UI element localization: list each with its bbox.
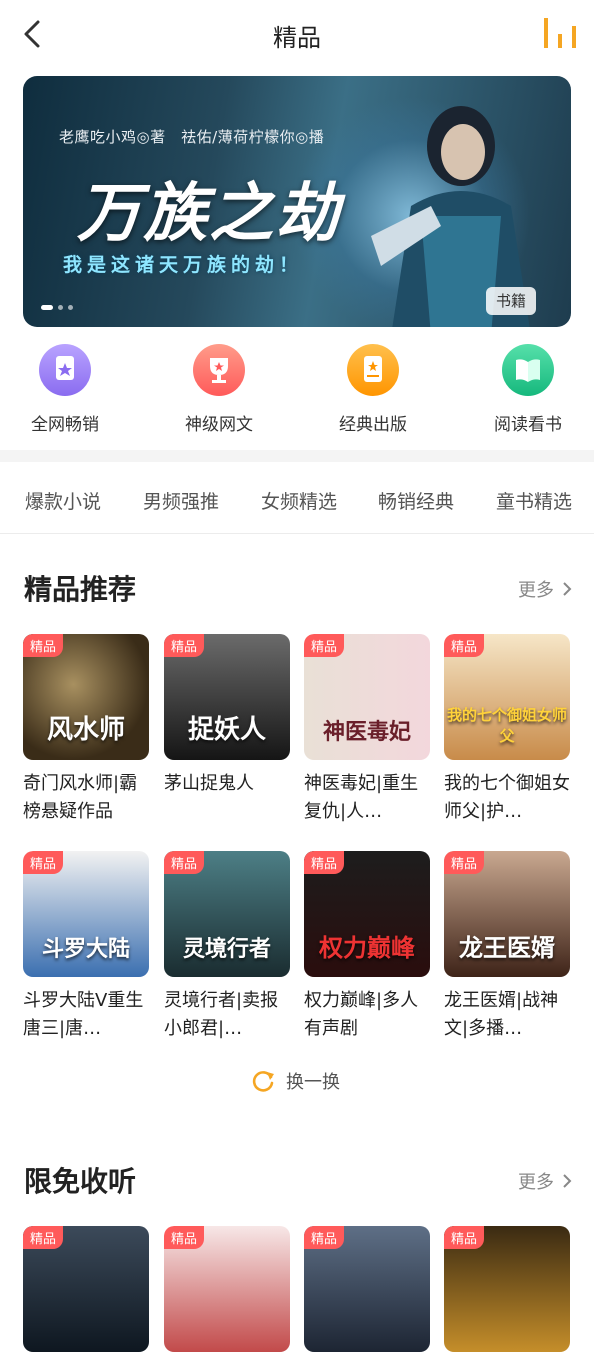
premium-tag: 精品 — [164, 851, 205, 874]
refresh-label: 换一换 — [286, 1072, 340, 1093]
book-card[interactable]: 精品 斗罗大陆 斗罗大陆V重生唐三|唐… — [23, 851, 149, 1043]
category-tabs: 爆款小说 男频强推 女频精选 畅销经典 童书精选 — [0, 470, 594, 530]
quick-nav-label: 神级网文 — [185, 415, 253, 435]
more-link-free-listen[interactable]: 更多 — [518, 1168, 572, 1194]
banner-authors: 老鹰吃小鸡◎著 祛佑/薄荷柠檬你◎播 — [59, 128, 325, 146]
premium-tag: 精品 — [304, 851, 345, 874]
more-label: 更多 — [518, 1172, 554, 1193]
chevron-right-icon — [563, 582, 572, 596]
refresh-button[interactable]: 换一换 — [250, 1068, 340, 1094]
book-star-icon — [347, 344, 399, 396]
medal-icon — [39, 344, 91, 396]
premium-tag: 精品 — [304, 634, 345, 657]
quick-nav-item-classic-publications[interactable]: 经典出版 — [313, 344, 433, 435]
book-card[interactable]: 精品 — [304, 1226, 430, 1352]
quick-nav-label: 阅读看书 — [494, 415, 562, 435]
book-cover: 精品 — [444, 1226, 570, 1352]
tab-male-recommend[interactable]: 男频强推 — [143, 487, 219, 514]
chevron-right-icon — [563, 1174, 572, 1188]
tab-bestseller-classics[interactable]: 畅销经典 — [378, 487, 454, 514]
section-title-recommend: 精品推荐 — [24, 573, 137, 606]
more-link-recommend[interactable]: 更多 — [518, 576, 572, 602]
header: 精品 — [0, 0, 594, 72]
book-card[interactable]: 精品 灵境行者 灵境行者|卖报小郎君|… — [164, 851, 290, 1043]
cover-title: 斗罗大陆 — [41, 936, 130, 962]
book-cover: 精品 灵境行者 — [164, 851, 290, 977]
book-cover: 精品 — [164, 1226, 290, 1352]
book-card[interactable]: 精品 捉妖人 茅山捉鬼人 — [164, 634, 290, 826]
book-title: 神医毒妃|重生复仇|人… — [304, 773, 419, 822]
cover-title: 灵境行者 — [182, 936, 271, 962]
book-title: 灵境行者|卖报小郎君|… — [164, 990, 279, 1039]
trophy-icon — [193, 344, 245, 396]
book-card[interactable]: 精品 风水师 奇门风水师|霸榜悬疑作品 — [23, 634, 149, 826]
book-title: 权力巅峰|多人有声剧 — [304, 990, 419, 1039]
page-title: 精品 — [273, 24, 321, 52]
cover-title: 权力巅峰 — [319, 933, 415, 962]
book-cover: 精品 捉妖人 — [164, 634, 290, 760]
refresh-icon — [252, 1071, 274, 1092]
book-title: 斗罗大陆V重生唐三|唐… — [23, 990, 144, 1039]
quick-nav-label: 经典出版 — [339, 415, 407, 435]
premium-tag: 精品 — [23, 851, 64, 874]
book-card[interactable]: 精品 权力巅峰 权力巅峰|多人有声剧 — [304, 851, 430, 1043]
book-card[interactable]: 精品 龙王医婿 龙王医婿|战神文|多播… — [444, 851, 570, 1043]
section-separator — [0, 450, 594, 462]
banner-subtitle: 我是这诸天万族的劫！ — [63, 254, 304, 276]
tab-children-books[interactable]: 童书精选 — [496, 487, 572, 514]
section-title-free-listen: 限免收听 — [24, 1165, 137, 1198]
carousel-dot — [58, 305, 63, 310]
premium-tag: 精品 — [444, 634, 485, 657]
book-title: 龙王医婿|战神文|多播… — [444, 990, 559, 1039]
cover-title: 我的七个御姐女师父 — [446, 706, 567, 745]
carousel-dot-active — [41, 305, 53, 310]
premium-tag: 精品 — [164, 634, 205, 657]
book-card[interactable]: 精品 神医毒妃 神医毒妃|重生复仇|人… — [304, 634, 430, 826]
book-cover: 精品 权力巅峰 — [304, 851, 430, 977]
banner-title: 万族之劫 — [77, 176, 341, 251]
cover-title: 龙王医婿 — [459, 933, 555, 962]
book-cover: 精品 我的七个御姐女师父 — [444, 634, 570, 760]
premium-tag: 精品 — [164, 1226, 205, 1249]
tabs-divider — [0, 533, 594, 534]
ranking-icon[interactable] — [540, 16, 580, 52]
book-cover: 精品 — [23, 1226, 149, 1352]
quick-nav-item-top-web-novels[interactable]: 神级网文 — [159, 344, 279, 435]
book-card[interactable]: 精品 — [23, 1226, 149, 1352]
book-card[interactable]: 精品 — [164, 1226, 290, 1352]
book-cover: 精品 斗罗大陆 — [23, 851, 149, 977]
book-title: 我的七个御姐女师父|护… — [444, 773, 570, 822]
premium-tag: 精品 — [444, 1226, 485, 1249]
tab-female-picks[interactable]: 女频精选 — [261, 487, 337, 514]
book-card[interactable]: 精品 — [444, 1226, 570, 1352]
book-card[interactable]: 精品 我的七个御姐女师父 我的七个御姐女师父|护… — [444, 634, 570, 826]
book-cover: 精品 — [304, 1226, 430, 1352]
tab-hit-novels[interactable]: 爆款小说 — [25, 487, 101, 514]
book-title: 奇门风水师|霸榜悬疑作品 — [23, 773, 138, 822]
quick-nav-item-bestseller[interactable]: 全网畅销 — [5, 344, 125, 435]
banner-category-badge: 书籍 — [486, 287, 536, 315]
carousel-dot — [68, 305, 73, 310]
quick-nav-label: 全网畅销 — [31, 415, 99, 435]
quick-nav-item-reading[interactable]: 阅读看书 — [468, 344, 588, 435]
more-label: 更多 — [518, 580, 554, 601]
book-cover: 精品 风水师 — [23, 634, 149, 760]
premium-tag: 精品 — [23, 634, 64, 657]
book-cover: 精品 龙王医婿 — [444, 851, 570, 977]
premium-tag: 精品 — [304, 1226, 345, 1249]
quick-nav: 全网畅销 神级网文 经典出版 阅读看书 — [0, 344, 594, 435]
premium-tag: 精品 — [23, 1226, 64, 1249]
book-cover: 精品 神医毒妃 — [304, 634, 430, 760]
cover-title: 神医毒妃 — [322, 719, 411, 745]
cover-title: 捉妖人 — [187, 715, 266, 745]
open-book-icon — [502, 344, 554, 396]
carousel-indicator — [41, 305, 73, 310]
premium-tag: 精品 — [444, 851, 485, 874]
book-title: 茅山捉鬼人 — [164, 773, 254, 794]
cover-title: 风水师 — [46, 715, 125, 745]
